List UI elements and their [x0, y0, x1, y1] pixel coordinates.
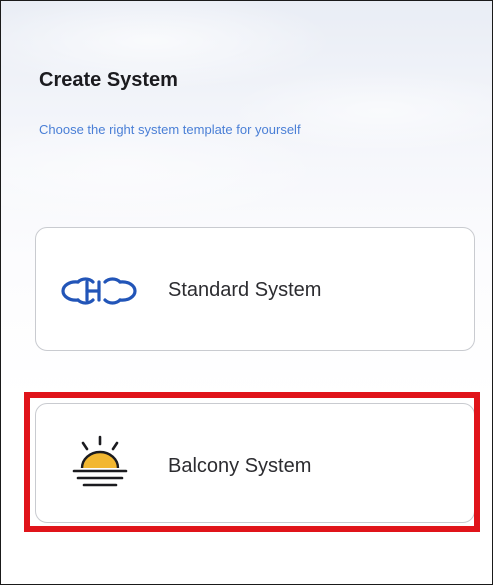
balcony-system-label: Balcony System: [168, 455, 312, 477]
standard-system-option[interactable]: Standard System: [35, 227, 475, 351]
page-title: Create System: [39, 69, 178, 91]
screen: Create System Choose the right system te…: [0, 0, 493, 585]
sunrise-icon: [72, 435, 128, 487]
standard-system-label: Standard System: [168, 279, 322, 301]
hoymiles-logo-icon: [61, 277, 137, 305]
balcony-system-option[interactable]: Balcony System: [35, 403, 475, 523]
page-subtitle: Choose the right system template for you…: [39, 122, 301, 137]
background-haze: [1, 1, 492, 241]
